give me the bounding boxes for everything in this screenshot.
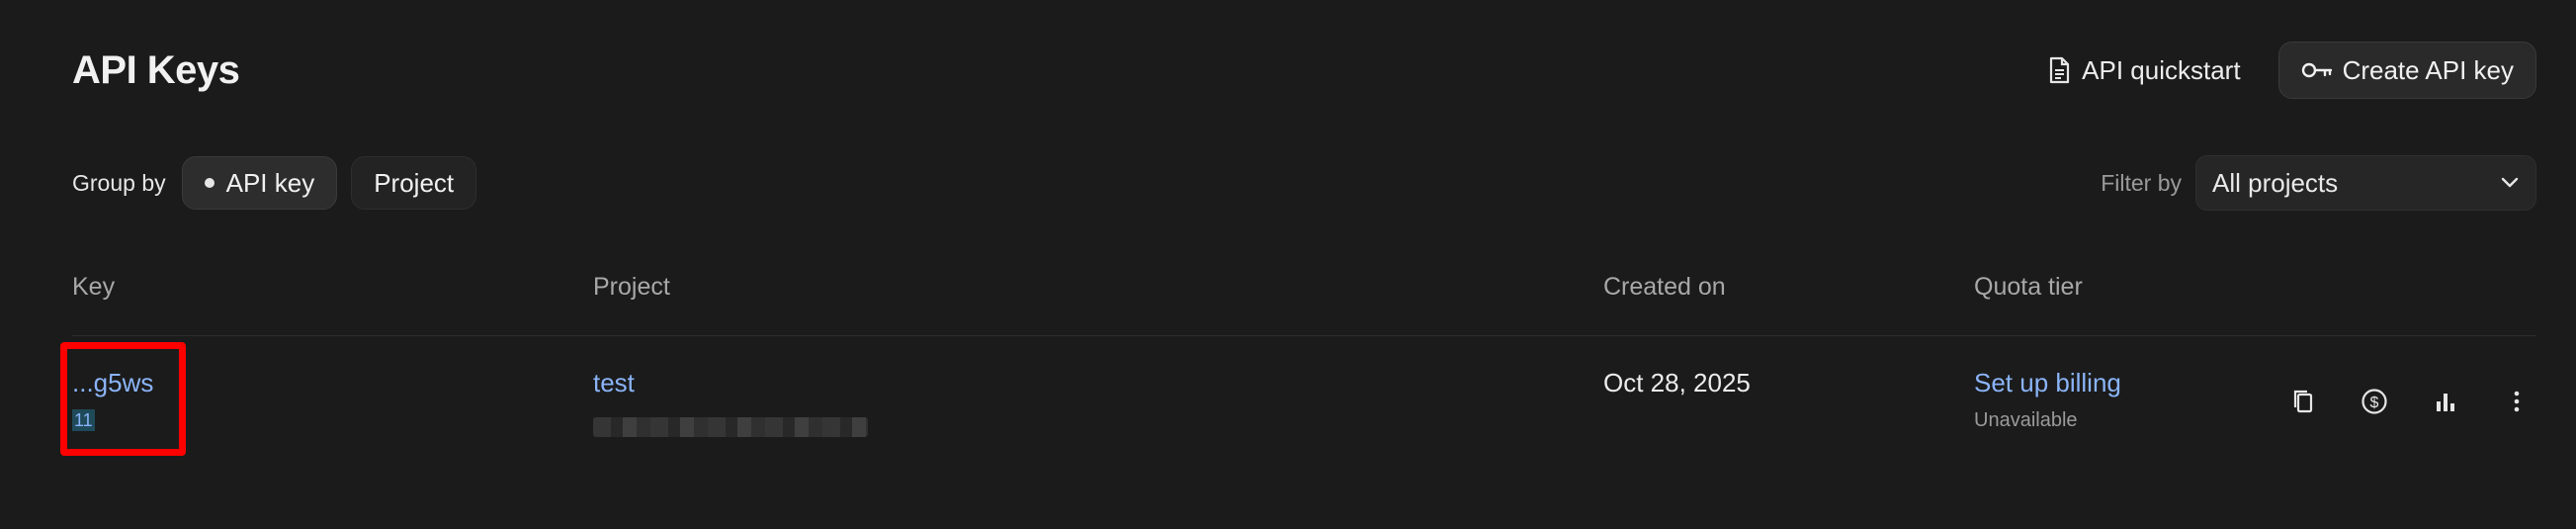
svg-text:$: $: [2370, 395, 2379, 411]
redacted-project-id: [593, 417, 868, 437]
filter: Filter by All projects: [2101, 155, 2536, 211]
chip-label: Project: [374, 167, 455, 198]
api-quickstart-button[interactable]: API quickstart: [2028, 42, 2260, 100]
column-header-created-on: Created on: [1603, 273, 1726, 301]
copy-key-button[interactable]: [2283, 382, 2323, 421]
set-up-billing-link[interactable]: Set up billing: [1974, 368, 2121, 397]
key-cell: ...g5ws 11: [72, 368, 153, 431]
table-header: Key Project Created on Quota tier: [72, 273, 2536, 312]
selected-dot-icon: [204, 178, 215, 188]
toolbar: Group by API key Project Filter by All p…: [72, 155, 2536, 211]
billing-icon: $: [2361, 388, 2388, 415]
created-on-value: Oct 28, 2025: [1603, 368, 1751, 397]
api-keys-page: API Keys API quickstart Create API key G…: [0, 0, 2576, 529]
chip-label: API key: [225, 167, 315, 198]
project-filter-value: All projects: [2212, 167, 2339, 198]
table-row: ...g5ws 11 test Oct 28, 2025 Set up bill…: [72, 368, 2536, 457]
group-by-label: Group by: [72, 169, 166, 196]
group-by-project-chip[interactable]: Project: [351, 156, 477, 210]
chevron-down-icon: [2500, 177, 2520, 189]
create-api-key-button[interactable]: Create API key: [2277, 42, 2536, 99]
api-quickstart-label: API quickstart: [2082, 54, 2241, 85]
quota-status: Unavailable: [1974, 409, 2078, 431]
page-header: API Keys API quickstart Create API key: [72, 38, 2536, 103]
usage-button[interactable]: [2426, 382, 2465, 421]
group-by-api-key-chip[interactable]: API key: [181, 156, 338, 210]
api-key-link[interactable]: ...g5ws: [72, 368, 153, 397]
row-actions: $: [2283, 382, 2536, 421]
group-by: Group by API key Project: [72, 156, 477, 210]
created-on-cell: Oct 28, 2025: [1603, 368, 1751, 398]
usage-chart-icon: [2434, 390, 2457, 413]
column-header-project: Project: [593, 273, 670, 301]
billing-button[interactable]: $: [2355, 382, 2394, 421]
document-icon: [2048, 56, 2070, 84]
more-vert-icon: [2513, 390, 2521, 413]
create-api-key-label: Create API key: [2342, 54, 2514, 85]
table-divider: [72, 335, 2536, 336]
quota-tier-cell: Set up billing Unavailable: [1974, 368, 2121, 431]
project-cell: test: [593, 368, 868, 437]
project-filter-select[interactable]: All projects: [2195, 155, 2536, 211]
header-actions: API quickstart Create API key: [2028, 42, 2536, 100]
more-options-button[interactable]: [2497, 382, 2536, 421]
page-title: API Keys: [72, 47, 240, 92]
api-key-sub-label: 11: [72, 409, 95, 431]
column-header-quota-tier: Quota tier: [1974, 273, 2083, 301]
filter-by-label: Filter by: [2101, 169, 2182, 196]
column-header-key: Key: [72, 273, 116, 301]
key-icon: [2301, 60, 2333, 80]
project-link[interactable]: test: [593, 368, 635, 397]
copy-icon: [2291, 389, 2315, 414]
